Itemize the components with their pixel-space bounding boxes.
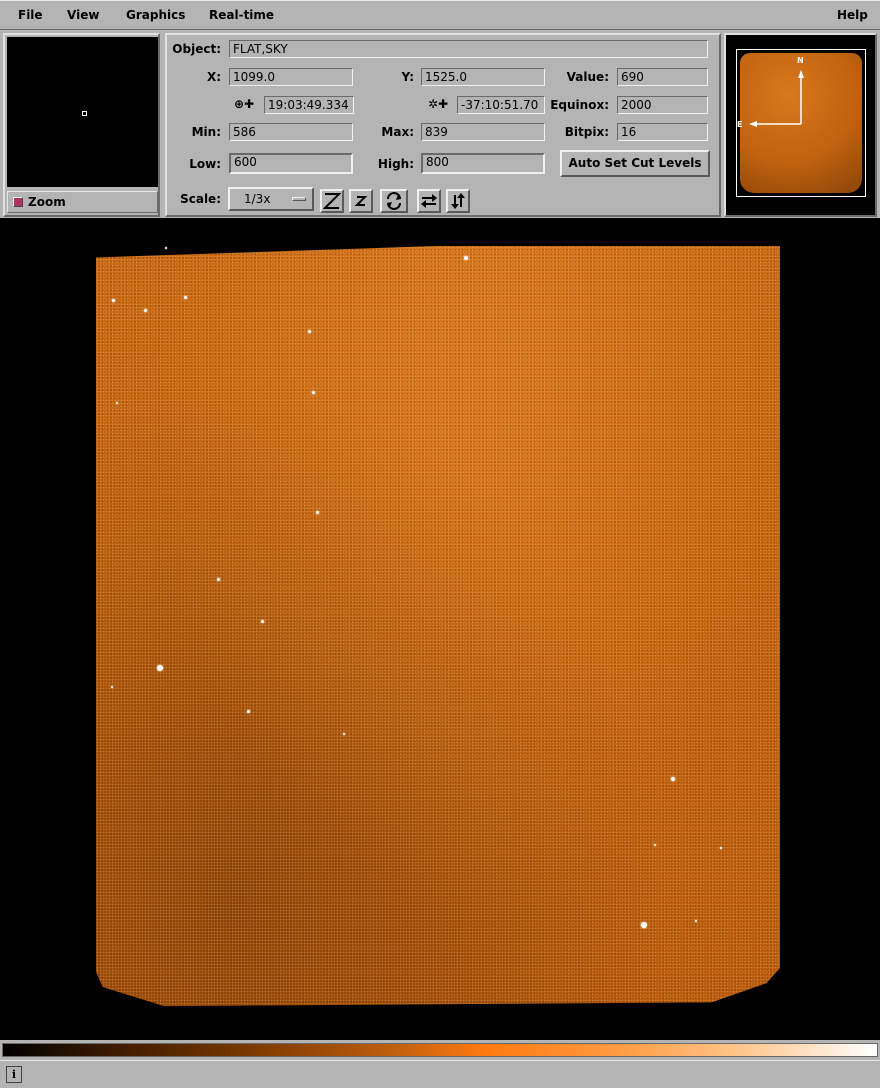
panner-viewport-box[interactable]: N E	[736, 49, 866, 197]
bitpix-field: 16	[617, 123, 708, 141]
star	[464, 256, 468, 260]
north-label: N	[797, 56, 804, 65]
zoom-view[interactable]	[7, 37, 158, 187]
colorbar[interactable]	[0, 1040, 880, 1060]
zoom-in-button[interactable]	[320, 189, 344, 213]
star	[671, 777, 675, 781]
rotate-icon	[387, 192, 401, 210]
menu-bar: File View Graphics Real-time Help	[0, 0, 880, 30]
zoom-toggle-button[interactable]: Zoom	[7, 191, 158, 213]
dec-icon: ✲✚	[428, 97, 449, 111]
x-label: X:	[206, 70, 221, 84]
high-input[interactable]: 800	[421, 153, 545, 174]
low-label: Low:	[189, 157, 221, 171]
ra-field: 19:03:49.334	[264, 96, 354, 114]
compass-icon: N E	[737, 56, 804, 129]
star	[157, 665, 163, 671]
auto-set-cut-levels-button[interactable]: Auto Set Cut Levels	[560, 150, 710, 177]
star	[111, 686, 113, 688]
scale-dropdown[interactable]: 1/3x	[228, 187, 314, 211]
min-label: Min:	[191, 125, 221, 139]
image-display[interactable]	[0, 218, 880, 1040]
star	[165, 247, 167, 249]
star	[144, 309, 147, 312]
max-field: 839	[421, 123, 545, 141]
y-field: 1525.0	[421, 68, 545, 86]
low-input[interactable]: 600	[229, 153, 353, 174]
star	[641, 922, 647, 928]
star	[316, 511, 319, 514]
panner-window[interactable]: N E	[724, 33, 877, 217]
bitpix-label: Bitpix:	[564, 125, 609, 139]
object-field: FLAT,SKY	[229, 40, 708, 58]
control-panel: Zoom Object: FLAT,SKY X: 1099.0 Y: 1525.…	[0, 30, 880, 218]
fits-image[interactable]	[96, 246, 780, 1007]
y-label: Y:	[401, 70, 414, 84]
menu-graphics[interactable]: Graphics	[126, 8, 185, 22]
menu-help[interactable]: Help	[837, 8, 868, 22]
flip-x-icon	[421, 194, 437, 208]
zoom-out-button[interactable]	[349, 189, 373, 213]
zoom-out-icon	[354, 196, 368, 206]
max-label: Max:	[381, 125, 414, 139]
star	[308, 330, 311, 333]
star	[116, 402, 118, 404]
zoom-checkbox[interactable]	[13, 197, 23, 207]
scale-value: 1/3x	[244, 192, 271, 206]
star	[184, 296, 187, 299]
zoom-label: Zoom	[28, 195, 66, 209]
star	[654, 844, 656, 846]
star	[695, 920, 697, 922]
star	[112, 299, 115, 302]
star	[343, 733, 345, 735]
star	[720, 847, 722, 849]
object-label: Object:	[172, 42, 221, 56]
min-field: 586	[229, 123, 353, 141]
dec-field: -37:10:51.70	[457, 96, 545, 114]
equinox-label: Equinox:	[550, 98, 609, 112]
flip-y-icon	[451, 193, 465, 209]
star	[261, 620, 264, 623]
zoom-in-icon	[323, 193, 341, 209]
info-panel: Object: FLAT,SKY X: 1099.0 Y: 1525.0 Val…	[165, 33, 721, 217]
zoom-cursor-marker	[82, 111, 87, 116]
ra-icon: ⊕✚	[234, 97, 255, 111]
east-label: E	[737, 120, 742, 129]
menu-view[interactable]: View	[67, 8, 99, 22]
star	[217, 578, 220, 581]
status-bar: i	[0, 1060, 880, 1088]
scale-label: Scale:	[180, 192, 221, 206]
star	[312, 391, 315, 394]
colorbar-gradient	[2, 1043, 878, 1057]
flip-y-button[interactable]	[446, 189, 470, 213]
rotate-button[interactable]	[380, 189, 408, 213]
dropdown-indicator-icon	[292, 197, 306, 201]
x-field: 1099.0	[229, 68, 353, 86]
menu-file[interactable]: File	[18, 8, 43, 22]
equinox-field: 2000	[617, 96, 708, 114]
flip-x-button[interactable]	[417, 189, 441, 213]
info-icon[interactable]: i	[6, 1066, 22, 1083]
menu-realtime[interactable]: Real-time	[209, 8, 274, 22]
star	[247, 710, 250, 713]
value-field: 690	[617, 68, 708, 86]
high-label: High:	[377, 157, 414, 171]
zoom-window: Zoom	[3, 33, 160, 217]
value-label: Value:	[566, 70, 609, 84]
